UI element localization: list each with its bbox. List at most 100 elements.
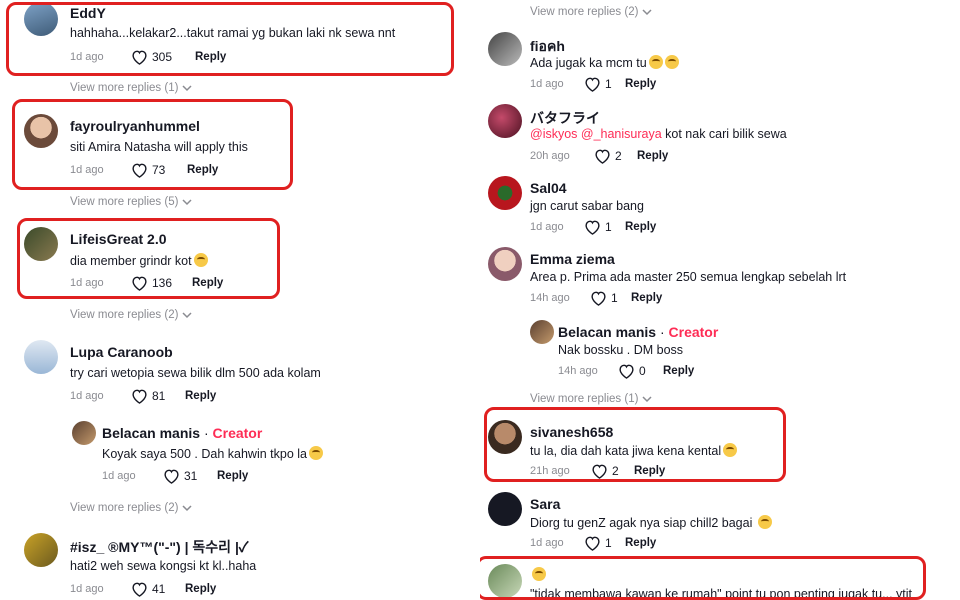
- comment-text: dia member grindr kot: [70, 253, 208, 268]
- like-button[interactable]: 2: [594, 148, 622, 164]
- heart-icon: [592, 464, 607, 479]
- heart-icon: [164, 469, 179, 484]
- avatar[interactable]: [488, 420, 522, 454]
- like-count: 2: [612, 464, 619, 478]
- reply-button[interactable]: Reply: [637, 150, 668, 162]
- like-button[interactable]: 73: [131, 162, 165, 178]
- like-button[interactable]: 2: [591, 463, 619, 479]
- view-more-replies[interactable]: View more replies (2): [70, 309, 192, 321]
- comment-text: jgn carut sabar bang: [530, 199, 644, 213]
- like-button[interactable]: 1: [584, 219, 612, 235]
- comment-time: 1d ago: [70, 390, 104, 402]
- reply-button[interactable]: Reply: [187, 164, 218, 176]
- heart-icon: [132, 582, 147, 597]
- heart-icon: [585, 220, 600, 235]
- like-count: 2: [615, 149, 622, 163]
- reply-button[interactable]: Reply: [625, 221, 656, 233]
- view-more-label: View more replies (1): [70, 82, 179, 94]
- like-button[interactable]: 136: [131, 275, 172, 291]
- comment-text: Diorg tu genZ agak nya siap chill2 bagai: [530, 515, 772, 530]
- comment-username[interactable]: バタフライ: [530, 108, 600, 128]
- reply-button[interactable]: Reply: [195, 51, 226, 63]
- comment-time: 1d ago: [530, 78, 564, 90]
- emoji-icon: [532, 567, 546, 581]
- comment-username[interactable]: Emma ziema: [530, 251, 615, 267]
- reply-button[interactable]: Reply: [634, 465, 665, 477]
- comment-username[interactable]: [530, 566, 546, 582]
- reply-button[interactable]: Reply: [185, 390, 216, 402]
- comment-time: 1d ago: [70, 51, 104, 63]
- like-button[interactable]: 1: [584, 76, 612, 92]
- chevron-down-icon: [182, 311, 192, 318]
- view-more-replies[interactable]: View more replies (2): [70, 502, 192, 514]
- reply-button[interactable]: Reply: [217, 470, 248, 482]
- comments-column-right: View more replies (2) fiอคh Ada jugak ka…: [480, 0, 960, 600]
- comment-username[interactable]: #isz_ ®MY™("-") | 독수리 |✓: [70, 537, 248, 557]
- comment-time: 14h ago: [558, 365, 598, 377]
- comment-username[interactable]: Lupa Caranoob: [70, 344, 173, 360]
- emoji-icon: [723, 443, 738, 457]
- comment-text: Ada jugak ka mcm tu: [530, 55, 679, 70]
- chevron-down-icon: [642, 395, 652, 402]
- like-count: 81: [152, 389, 166, 403]
- comment-text: try cari wetopia sewa bilik dlm 500 ada …: [70, 366, 321, 380]
- comment-username[interactable]: Belacan manis · Creator: [558, 324, 718, 340]
- avatar[interactable]: [24, 340, 58, 374]
- creator-badge: Creator: [212, 425, 263, 441]
- reply-button[interactable]: Reply: [663, 365, 694, 377]
- avatar[interactable]: [24, 114, 58, 148]
- like-count: 305: [152, 50, 173, 64]
- like-button[interactable]: 305: [131, 49, 172, 65]
- like-count: 1: [605, 536, 612, 550]
- view-more-label: View more replies (5): [70, 196, 179, 208]
- avatar[interactable]: [72, 421, 96, 445]
- avatar[interactable]: [530, 320, 554, 344]
- avatar[interactable]: [488, 32, 522, 66]
- view-more-replies[interactable]: View more replies (2): [530, 6, 652, 18]
- view-more-replies[interactable]: View more replies (1): [70, 82, 192, 94]
- reply-button[interactable]: Reply: [625, 537, 656, 549]
- avatar[interactable]: [24, 227, 58, 261]
- heart-icon: [585, 77, 600, 92]
- view-more-replies[interactable]: View more replies (1): [530, 393, 652, 405]
- comment-time: 14h ago: [530, 292, 570, 304]
- view-more-label: View more replies (2): [530, 6, 639, 18]
- like-button[interactable]: 41: [131, 581, 165, 597]
- heart-icon: [132, 276, 147, 291]
- comment-username[interactable]: fayroulryanhummel: [70, 118, 200, 134]
- reply-button[interactable]: Reply: [192, 277, 223, 289]
- avatar[interactable]: [488, 104, 522, 138]
- avatar[interactable]: [488, 176, 522, 210]
- comment-username[interactable]: Sal04: [530, 180, 567, 196]
- chevron-down-icon: [182, 198, 192, 205]
- reply-button[interactable]: Reply: [631, 292, 662, 304]
- comment-username[interactable]: LifeisGreat 2.0: [70, 231, 167, 247]
- comment-username[interactable]: Sara: [530, 496, 560, 512]
- reply-button[interactable]: Reply: [185, 583, 216, 595]
- avatar[interactable]: [24, 2, 58, 36]
- like-count: 1: [611, 291, 618, 305]
- like-button[interactable]: 81: [131, 388, 165, 404]
- mention-link[interactable]: @iskyos @_hanisuraya: [530, 127, 662, 141]
- avatar[interactable]: [488, 564, 522, 598]
- like-button[interactable]: 1: [584, 535, 612, 551]
- avatar[interactable]: [488, 247, 522, 281]
- avatar[interactable]: [488, 492, 522, 526]
- comment-username[interactable]: sivanesh658: [530, 424, 613, 440]
- view-more-replies[interactable]: View more replies (5): [70, 196, 192, 208]
- heart-icon: [619, 364, 634, 379]
- like-button[interactable]: 0: [618, 363, 646, 379]
- avatar[interactable]: [24, 533, 58, 567]
- comment-text: Nak bossku . DM boss: [558, 343, 684, 357]
- like-count: 31: [184, 469, 198, 483]
- comment-username[interactable]: EddY: [70, 5, 106, 21]
- comment-username[interactable]: Belacan manis · Creator: [102, 425, 262, 441]
- heart-icon: [132, 163, 147, 178]
- comment-text: siti Amira Natasha will apply this: [70, 140, 248, 154]
- like-button[interactable]: 31: [163, 468, 197, 484]
- like-button[interactable]: 1: [590, 290, 618, 306]
- like-count: 1: [605, 220, 612, 234]
- column-divider: [466, 0, 480, 600]
- reply-button[interactable]: Reply: [625, 78, 656, 90]
- heart-icon: [585, 536, 600, 551]
